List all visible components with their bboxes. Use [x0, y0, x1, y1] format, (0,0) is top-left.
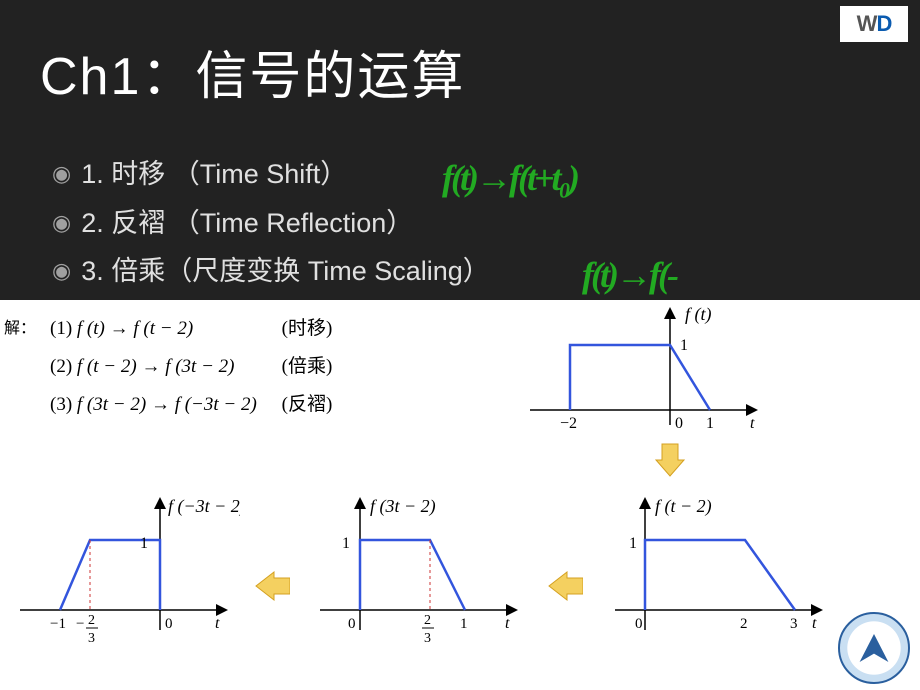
plot-ft: f (t) 1 −2 0 1 t — [510, 300, 770, 440]
step-num: (2) — [50, 356, 72, 377]
step-num: (1) — [50, 318, 72, 339]
list-item-label: 2. 反褶 （Time Reflection） — [81, 199, 413, 248]
arrow-left-icon — [252, 570, 290, 602]
bullet-icon: ◉ — [52, 251, 71, 291]
y-tick: 1 — [342, 535, 350, 552]
example-panel: 解： (1) f (t) → f (t − 2) (时移) (2) f (t −… — [0, 300, 920, 690]
y-tick: 1 — [680, 337, 688, 354]
step-to: f (t − 2) — [133, 318, 193, 339]
university-logo-inner — [856, 634, 892, 662]
step-num: (3) — [50, 394, 72, 415]
list-item: ◉ 3. 倍乘（尺度变换 Time Scaling） f(t)→f(at) — [52, 247, 490, 296]
x-tick: 2 — [740, 616, 748, 632]
step-tag: (倍乘) — [282, 356, 333, 377]
brand-logo: W D — [840, 6, 908, 42]
x-axis: t — [812, 615, 817, 632]
x-tick: − — [76, 616, 84, 632]
x-tick: 0 — [675, 415, 683, 432]
bullet-icon: ◉ — [52, 203, 71, 243]
list-item: ◉ 2. 反褶 （Time Reflection） f(t)→f(-t) — [52, 199, 490, 248]
step-to: f (−3t − 2) — [175, 394, 257, 415]
plot-f3t2: f (3t − 2) 1 0 2 3 1 t — [300, 490, 530, 660]
step-row: (2) f (t − 2) → f (3t − 2) (倍乘) — [50, 348, 332, 386]
arrow-left-icon — [545, 570, 583, 602]
operations-list: ◉ 1. 时移 （Time Shift） f(t)→f(t+t₀) ◉ 2. 反… — [52, 150, 490, 296]
step-row: (1) f (t) → f (t − 2) (时移) — [50, 310, 332, 348]
university-logo — [838, 612, 910, 684]
plot-label: f (−3t − 2) — [168, 496, 240, 517]
step-from: f (t) — [77, 318, 105, 339]
list-item: ◉ 1. 时移 （Time Shift） f(t)→f(t+t₀) — [52, 150, 490, 199]
list-item-label: 3. 倍乘（尺度变换 Time Scaling） — [81, 247, 490, 296]
x-tick-den: 3 — [424, 631, 431, 646]
x-tick: 0 — [348, 616, 356, 632]
plot-label: f (t − 2) — [655, 496, 712, 517]
x-tick: 1 — [706, 415, 714, 432]
y-tick: 1 — [140, 535, 148, 552]
logo-letter-d: D — [876, 11, 891, 37]
step-from: f (t − 2) — [77, 356, 137, 377]
plot-fm3t2: f (−3t − 2) 1 −1 − 2 3 0 t — [10, 490, 240, 660]
x-tick-num: 2 — [88, 613, 95, 628]
solution-label: 解： — [4, 314, 36, 338]
step-to: f (3t − 2) — [165, 356, 234, 377]
x-tick-den: 3 — [88, 631, 95, 646]
step-from: f (3t − 2) — [77, 394, 146, 415]
solution-steps: (1) f (t) → f (t − 2) (时移) (2) f (t − 2)… — [50, 310, 332, 424]
x-tick: 1 — [460, 616, 468, 632]
list-item-label: 1. 时移 （Time Shift） — [81, 150, 347, 199]
bullet-icon: ◉ — [52, 154, 71, 194]
x-tick: 3 — [790, 616, 798, 632]
x-tick-num: 2 — [424, 613, 431, 628]
x-tick: 0 — [635, 616, 643, 632]
step-row: (3) f (3t − 2) → f (−3t − 2) (反褶) — [50, 386, 332, 424]
arrow-down-icon — [650, 440, 690, 480]
logo-letter-w: W — [857, 11, 877, 37]
x-axis: t — [750, 415, 755, 432]
x-axis: t — [505, 615, 510, 632]
plot-label: f (t) — [685, 304, 712, 325]
x-tick: −2 — [560, 415, 577, 432]
y-tick: 1 — [629, 535, 637, 552]
step-tag: (时移) — [282, 318, 333, 339]
plot-ft2: f (t − 2) 1 0 2 3 t — [595, 490, 835, 660]
x-axis: t — [215, 615, 220, 632]
step-tag: (反褶) — [282, 394, 333, 415]
x-tick: 0 — [165, 616, 173, 632]
plot-label: f (3t − 2) — [370, 496, 436, 517]
x-tick: −1 — [50, 616, 66, 632]
page-title: Ch1：信号的运算 — [40, 34, 465, 109]
